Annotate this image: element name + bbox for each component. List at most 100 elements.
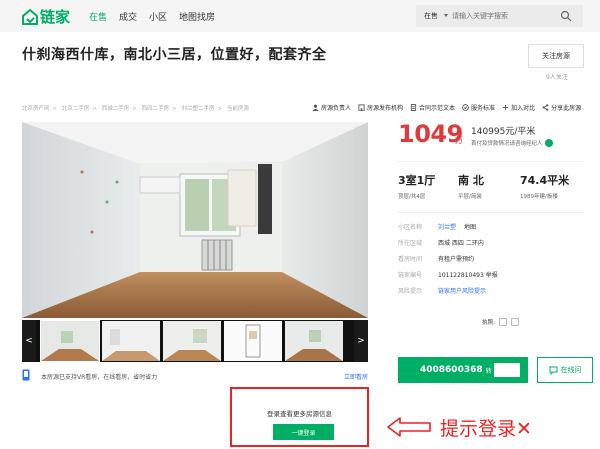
phone-ext-mask — [493, 363, 520, 377]
tool-publisher[interactable]: 房源发布机构 — [358, 103, 403, 112]
spec-area-value: 74.4平米 — [520, 174, 570, 187]
info-label: 风险提示 — [398, 288, 423, 295]
phone-vr-icon — [22, 369, 30, 381]
spec-layout: 3室1厅 顶层/共4层 — [398, 172, 435, 200]
quick-login-button[interactable]: 一键登录 — [273, 424, 334, 440]
nav-item-for-sale[interactable]: 在售 — [89, 10, 107, 23]
login-prompt-text: 登录查看更多房源信息 — [267, 410, 332, 418]
nav-item-community[interactable]: 小区 — [149, 10, 167, 23]
tool-service-label: 服务标准 — [471, 105, 496, 112]
brand-name: 链家 — [40, 8, 71, 26]
risk-notice-link[interactable]: 链家用户风险提示 — [438, 286, 486, 295]
badge-icon — [462, 104, 469, 111]
room-photo-illustration — [22, 122, 368, 318]
spec-orientation-sub: 平层/简装 — [458, 194, 482, 200]
follow-listing-button[interactable]: 关注房源 — [528, 44, 584, 68]
chat-bubble-icon — [549, 366, 557, 375]
login-hint-annotation: 提示登录✕ — [440, 418, 532, 440]
thumbnail-prev-button[interactable]: < — [22, 320, 36, 362]
agent-credentials: 执照: — [482, 318, 519, 326]
share-icon — [542, 104, 549, 111]
divider — [398, 212, 584, 213]
chat-icon[interactable] — [544, 139, 553, 147]
tool-share-label: 分享此房源 — [551, 105, 582, 112]
info-label: 链家编号 — [398, 272, 423, 279]
thumbnail-strip: < > — [22, 320, 368, 362]
down-payment-note-text: 首付及贷款情况请咨询经纪人 — [471, 141, 543, 147]
info-label: 看房时间 — [398, 256, 423, 263]
tool-service[interactable]: 服务标准 — [462, 103, 495, 112]
nav-item-map[interactable]: 地图找房 — [179, 10, 215, 23]
tool-agent[interactable]: 房源负责人 — [312, 103, 351, 112]
chevron-down-icon — [444, 14, 448, 17]
breadcrumb-current: 当前房源 — [226, 106, 249, 112]
spec-layout-sub: 顶层/共4层 — [398, 194, 426, 200]
brand-logo[interactable]: 链家 — [22, 6, 70, 27]
license-label: 执照: — [482, 320, 495, 326]
map-link[interactable]: 地图 — [464, 222, 476, 231]
call-agent-button[interactable]: 4008600368 转 — [398, 357, 528, 383]
search-type-select[interactable]: 在售 — [424, 11, 438, 21]
community-link[interactable]: 刘兰塑 — [438, 222, 456, 231]
house-logo-icon — [22, 8, 38, 25]
breadcrumb-item[interactable]: 刘兰塑二手房 — [182, 106, 215, 112]
search-icon[interactable] — [560, 10, 572, 22]
info-label: 小区名称 — [398, 224, 423, 231]
breadcrumb-item[interactable]: 西四二手房 — [142, 106, 170, 112]
license-icon[interactable] — [498, 318, 507, 326]
vr-description: 本房源已支持VR看房，在线看房，省时省力 — [41, 374, 158, 381]
total-price: 1049 — [398, 120, 463, 148]
search-input[interactable] — [452, 7, 562, 25]
tool-contract[interactable]: 合同示范文本 — [410, 103, 455, 112]
thumbnail-next-button[interactable]: > — [354, 320, 368, 362]
phone-number: 4008600368 — [420, 365, 483, 375]
unit-price: 140995元/平米 — [471, 127, 536, 137]
thumbnail[interactable] — [102, 321, 160, 361]
info-value: 有租户需预约 — [438, 256, 475, 263]
person-icon — [312, 104, 319, 111]
thumbnail[interactable] — [224, 321, 282, 361]
spec-area: 74.4平米 1989年建/板楼 — [520, 172, 569, 200]
spec-orientation-value: 南 北 — [458, 174, 484, 187]
spec-orientation: 南 北 平层/简装 — [458, 172, 484, 200]
breadcrumb: 北京房产网 > 北京二手房 > 西城二手房 > 西四二手房 > 刘兰塑二手房 > 当前房源 — [22, 106, 249, 112]
tool-compare-label: 加入对比 — [511, 105, 536, 112]
thumbnail[interactable] — [40, 320, 100, 362]
document-icon — [410, 104, 417, 111]
top-header: 链家 在售 成交 小区 地图找房 在售 — [0, 0, 600, 32]
tool-compare[interactable]: 加入对比 — [502, 103, 535, 112]
main-room-photo[interactable] — [22, 122, 368, 318]
price-unit: 万 — [455, 136, 463, 145]
breadcrumb-item[interactable]: 北京二手房 — [62, 106, 90, 112]
down-payment-note: 首付及贷款情况请咨询经纪人 — [471, 139, 553, 147]
phone-ext: 转 — [485, 367, 492, 375]
breadcrumb-item[interactable]: 北京房产网 — [22, 106, 50, 112]
listing-tools: 房源负责人 房源发布机构 合同示范文本 服务标准 加入对比 分享此房源 — [312, 103, 588, 112]
arrow-left-icon — [387, 417, 431, 437]
thumbnail[interactable] — [285, 321, 343, 361]
thumbnail[interactable] — [163, 321, 221, 361]
search-bar: 在售 — [416, 5, 583, 27]
follow-count: 9人关注 — [546, 74, 568, 81]
tool-publisher-label: 房源发布机构 — [367, 105, 404, 112]
certificate-icon[interactable] — [510, 318, 519, 326]
nav-item-sold[interactable]: 成交 — [119, 10, 137, 23]
vr-view-link[interactable]: 立即看房 — [344, 372, 368, 381]
login-prompt-box: 登录查看更多房源信息 一键登录 — [230, 387, 369, 447]
info-label: 所在区域 — [398, 240, 423, 247]
tool-agent-label: 房源负责人 — [321, 105, 352, 112]
listing-title: 什刹海西什库，南北小三居，位置好，配套齐全 — [22, 47, 327, 63]
main-nav: 在售 成交 小区 地图找房 — [89, 10, 227, 23]
info-value[interactable]: 101122810493 举报 — [438, 270, 498, 279]
online-chat-button[interactable]: 在线问 — [537, 357, 593, 383]
building-icon — [358, 104, 365, 111]
info-value[interactable]: 西城 西四 二环内 — [438, 238, 484, 247]
vr-banner: 本房源已支持VR看房，在线看房，省时省力 立即看房 — [22, 369, 368, 383]
online-chat-label: 在线问 — [560, 366, 582, 374]
spec-layout-value: 3室1厅 — [398, 174, 436, 187]
breadcrumb-item[interactable]: 西城二手房 — [102, 106, 130, 112]
compare-icon — [502, 104, 509, 111]
spec-area-sub: 1989年建/板楼 — [520, 194, 558, 200]
divider — [398, 161, 584, 162]
tool-share[interactable]: 分享此房源 — [542, 103, 581, 112]
